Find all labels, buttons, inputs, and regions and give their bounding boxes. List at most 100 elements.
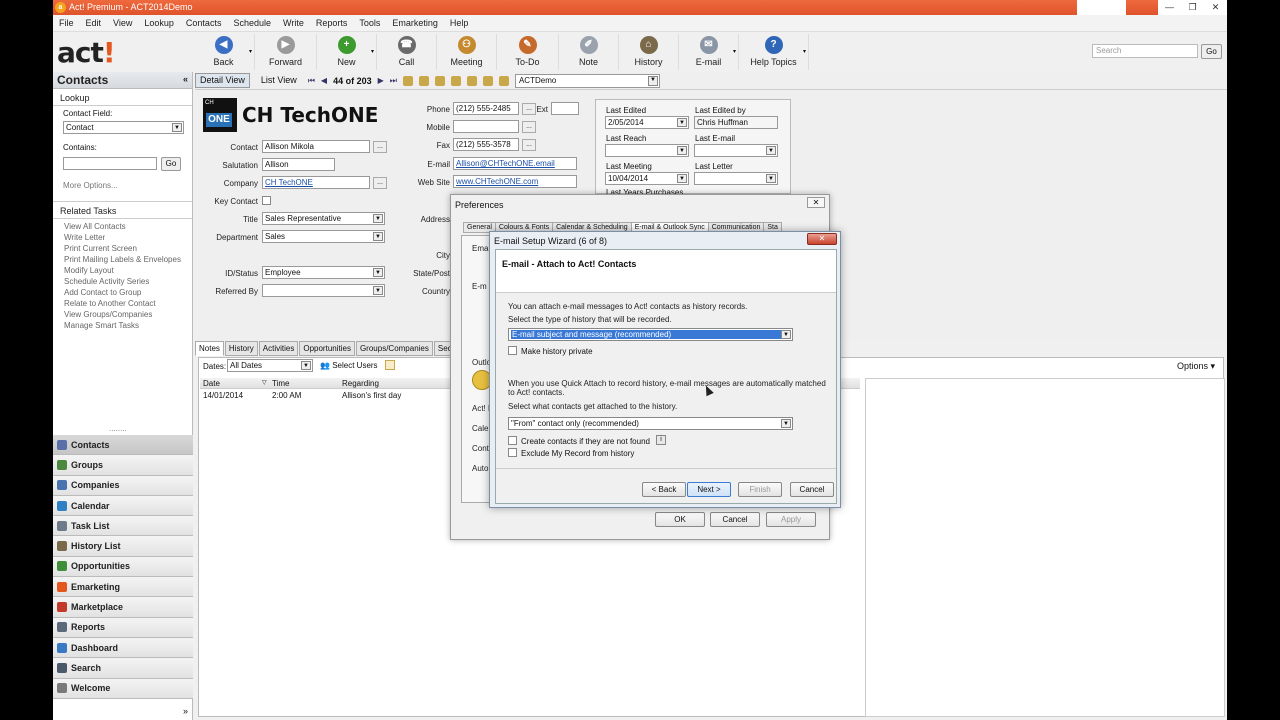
company-field[interactable]: CH TechONE: [262, 176, 370, 189]
first-record-icon[interactable]: ⏮: [308, 76, 315, 86]
close-button[interactable]: ✕: [1204, 0, 1227, 15]
preferences-ok-button[interactable]: OK: [655, 512, 705, 527]
related-task-link[interactable]: Manage Smart Tasks: [53, 320, 192, 331]
menu-help[interactable]: Help: [444, 15, 475, 31]
chevron-down-icon[interactable]: ▼: [373, 268, 383, 277]
options-menu-button[interactable]: Options ▾: [1177, 361, 1215, 372]
copy-icon[interactable]: [482, 75, 493, 86]
tab-notes[interactable]: Notes: [195, 341, 224, 356]
related-task-link[interactable]: Print Mailing Labels & Envelopes: [53, 254, 192, 265]
nav-item-emarketing[interactable]: Emarketing: [53, 577, 193, 598]
chevron-down-icon[interactable]: ▼: [647, 75, 658, 86]
calendar-dropdown-icon[interactable]: ▼: [766, 174, 776, 183]
related-task-link[interactable]: Schedule Activity Series: [53, 276, 192, 287]
column-time[interactable]: Time: [272, 379, 289, 388]
nav-item-companies[interactable]: Companies: [53, 475, 193, 496]
email-field[interactable]: Allison@CHTechONE.email: [453, 157, 577, 170]
referred-by-field[interactable]: ▼: [262, 284, 385, 297]
new-button[interactable]: + New ▾: [317, 34, 377, 70]
chevron-down-icon[interactable]: ▾: [371, 48, 374, 55]
web-icon[interactable]: [498, 75, 509, 86]
contact-field[interactable]: Allison Mikola: [262, 140, 370, 153]
select-users-button[interactable]: 👥 Select Users: [320, 361, 378, 370]
calendar-dropdown-icon[interactable]: ▼: [677, 118, 687, 127]
related-task-link[interactable]: Modify Layout: [53, 265, 192, 276]
link-icon[interactable]: [450, 75, 461, 86]
database-select[interactable]: ACTDemo ▼: [514, 73, 660, 88]
nav-item-contacts[interactable]: Contacts: [53, 435, 193, 456]
note-button[interactable]: ✐ Note: [559, 34, 619, 70]
tab-history[interactable]: History: [224, 341, 258, 356]
calendar-dropdown-icon[interactable]: ▼: [766, 146, 776, 155]
next-record-icon[interactable]: ▶: [378, 76, 384, 85]
contact-details-button[interactable]: ...: [373, 141, 387, 153]
attach-icon[interactable]: [466, 75, 477, 86]
menu-tools[interactable]: Tools: [353, 15, 386, 31]
ext-field[interactable]: [551, 102, 579, 115]
menu-schedule[interactable]: Schedule: [227, 15, 277, 31]
last-record-icon[interactable]: ⏭: [390, 76, 397, 86]
call-button[interactable]: ☎ Call: [377, 34, 437, 70]
website-field[interactable]: www.CHTechONE.com: [453, 175, 577, 188]
department-field[interactable]: Sales ▼: [262, 230, 385, 243]
wizard-close-button[interactable]: ✕: [807, 233, 837, 245]
menu-write[interactable]: Write: [277, 15, 310, 31]
list-view-button[interactable]: List View: [256, 73, 302, 88]
more-options-link[interactable]: More Options...: [53, 173, 192, 198]
collapse-pane-icon[interactable]: «: [183, 74, 188, 84]
contains-input[interactable]: [63, 157, 157, 170]
last-meeting-field[interactable]: 10/04/2014 ▼: [605, 172, 689, 185]
chevron-down-icon[interactable]: ▼: [373, 286, 383, 295]
last-reach-field[interactable]: ▼: [605, 144, 689, 157]
menu-contacts[interactable]: Contacts: [180, 15, 228, 31]
forward-button[interactable]: ▶ Forward: [255, 34, 317, 70]
nav-item-groups[interactable]: Groups: [53, 455, 193, 476]
pane-splitter-grip[interactable]: ........: [109, 424, 127, 433]
contact-field-select[interactable]: Contact ▼: [63, 121, 184, 134]
preferences-close-button[interactable]: ✕: [807, 197, 825, 208]
back-button[interactable]: ◀ Back ▾: [193, 34, 255, 70]
to-do-button[interactable]: ✎ To-Do: [497, 34, 559, 70]
column-regarding[interactable]: Regarding: [342, 379, 379, 388]
create-contacts-checkbox[interactable]: [508, 436, 517, 445]
wizard-next-button[interactable]: Next >: [687, 482, 731, 497]
salutation-field[interactable]: Allison: [262, 158, 335, 171]
chevron-down-icon[interactable]: ▾: [803, 48, 806, 55]
company-details-button[interactable]: ...: [373, 177, 387, 189]
search-input[interactable]: Search: [1092, 44, 1198, 58]
last-email-field[interactable]: ▼: [694, 144, 778, 157]
expand-nav-icon[interactable]: »: [183, 706, 188, 716]
e-mail-button[interactable]: ✉ E-mail ▾: [679, 34, 739, 70]
history-type-select[interactable]: E-mail subject and message (recommended)…: [508, 328, 793, 341]
new-note-icon[interactable]: [385, 360, 395, 370]
search-go-button[interactable]: Go: [1201, 44, 1222, 59]
detail-view-button[interactable]: Detail View: [195, 73, 250, 88]
make-history-private-checkbox[interactable]: [508, 346, 517, 355]
maximize-button[interactable]: ❐: [1181, 0, 1204, 15]
previous-record-icon[interactable]: ◀: [321, 76, 327, 85]
info-icon[interactable]: i: [656, 435, 666, 445]
mobile-details-button[interactable]: ...: [522, 121, 536, 133]
tools-icon[interactable]: [418, 75, 429, 86]
nav-item-dashboard[interactable]: Dashboard: [53, 637, 193, 659]
menu-emarketing[interactable]: Emarketing: [386, 15, 444, 31]
dates-select[interactable]: All Dates ▼: [227, 359, 313, 372]
wizard-cancel-button[interactable]: Cancel: [790, 482, 834, 497]
last-letter-field[interactable]: ▼: [694, 172, 778, 185]
nav-item-task-list[interactable]: Task List: [53, 516, 193, 537]
tab-groups-companies[interactable]: Groups/Companies: [355, 341, 433, 356]
menu-lookup[interactable]: Lookup: [138, 15, 180, 31]
settings-icon[interactable]: [434, 75, 445, 86]
nav-item-opportunities[interactable]: Opportunities: [53, 556, 193, 578]
help-topics-button[interactable]: ? Help Topics ▾: [739, 34, 809, 70]
tab-opportunities[interactable]: Opportunities: [299, 341, 355, 356]
lookup-go-button[interactable]: Go: [161, 157, 181, 171]
menu-edit[interactable]: Edit: [80, 15, 108, 31]
menu-file[interactable]: File: [53, 15, 80, 31]
meeting-button[interactable]: ⚇ Meeting: [437, 34, 497, 70]
chevron-down-icon[interactable]: ▾: [249, 48, 252, 55]
related-task-link[interactable]: Relate to Another Contact: [53, 298, 192, 309]
menu-view[interactable]: View: [107, 15, 138, 31]
related-task-link[interactable]: Add Contact to Group: [53, 287, 192, 298]
preferences-cancel-button[interactable]: Cancel: [710, 512, 760, 527]
